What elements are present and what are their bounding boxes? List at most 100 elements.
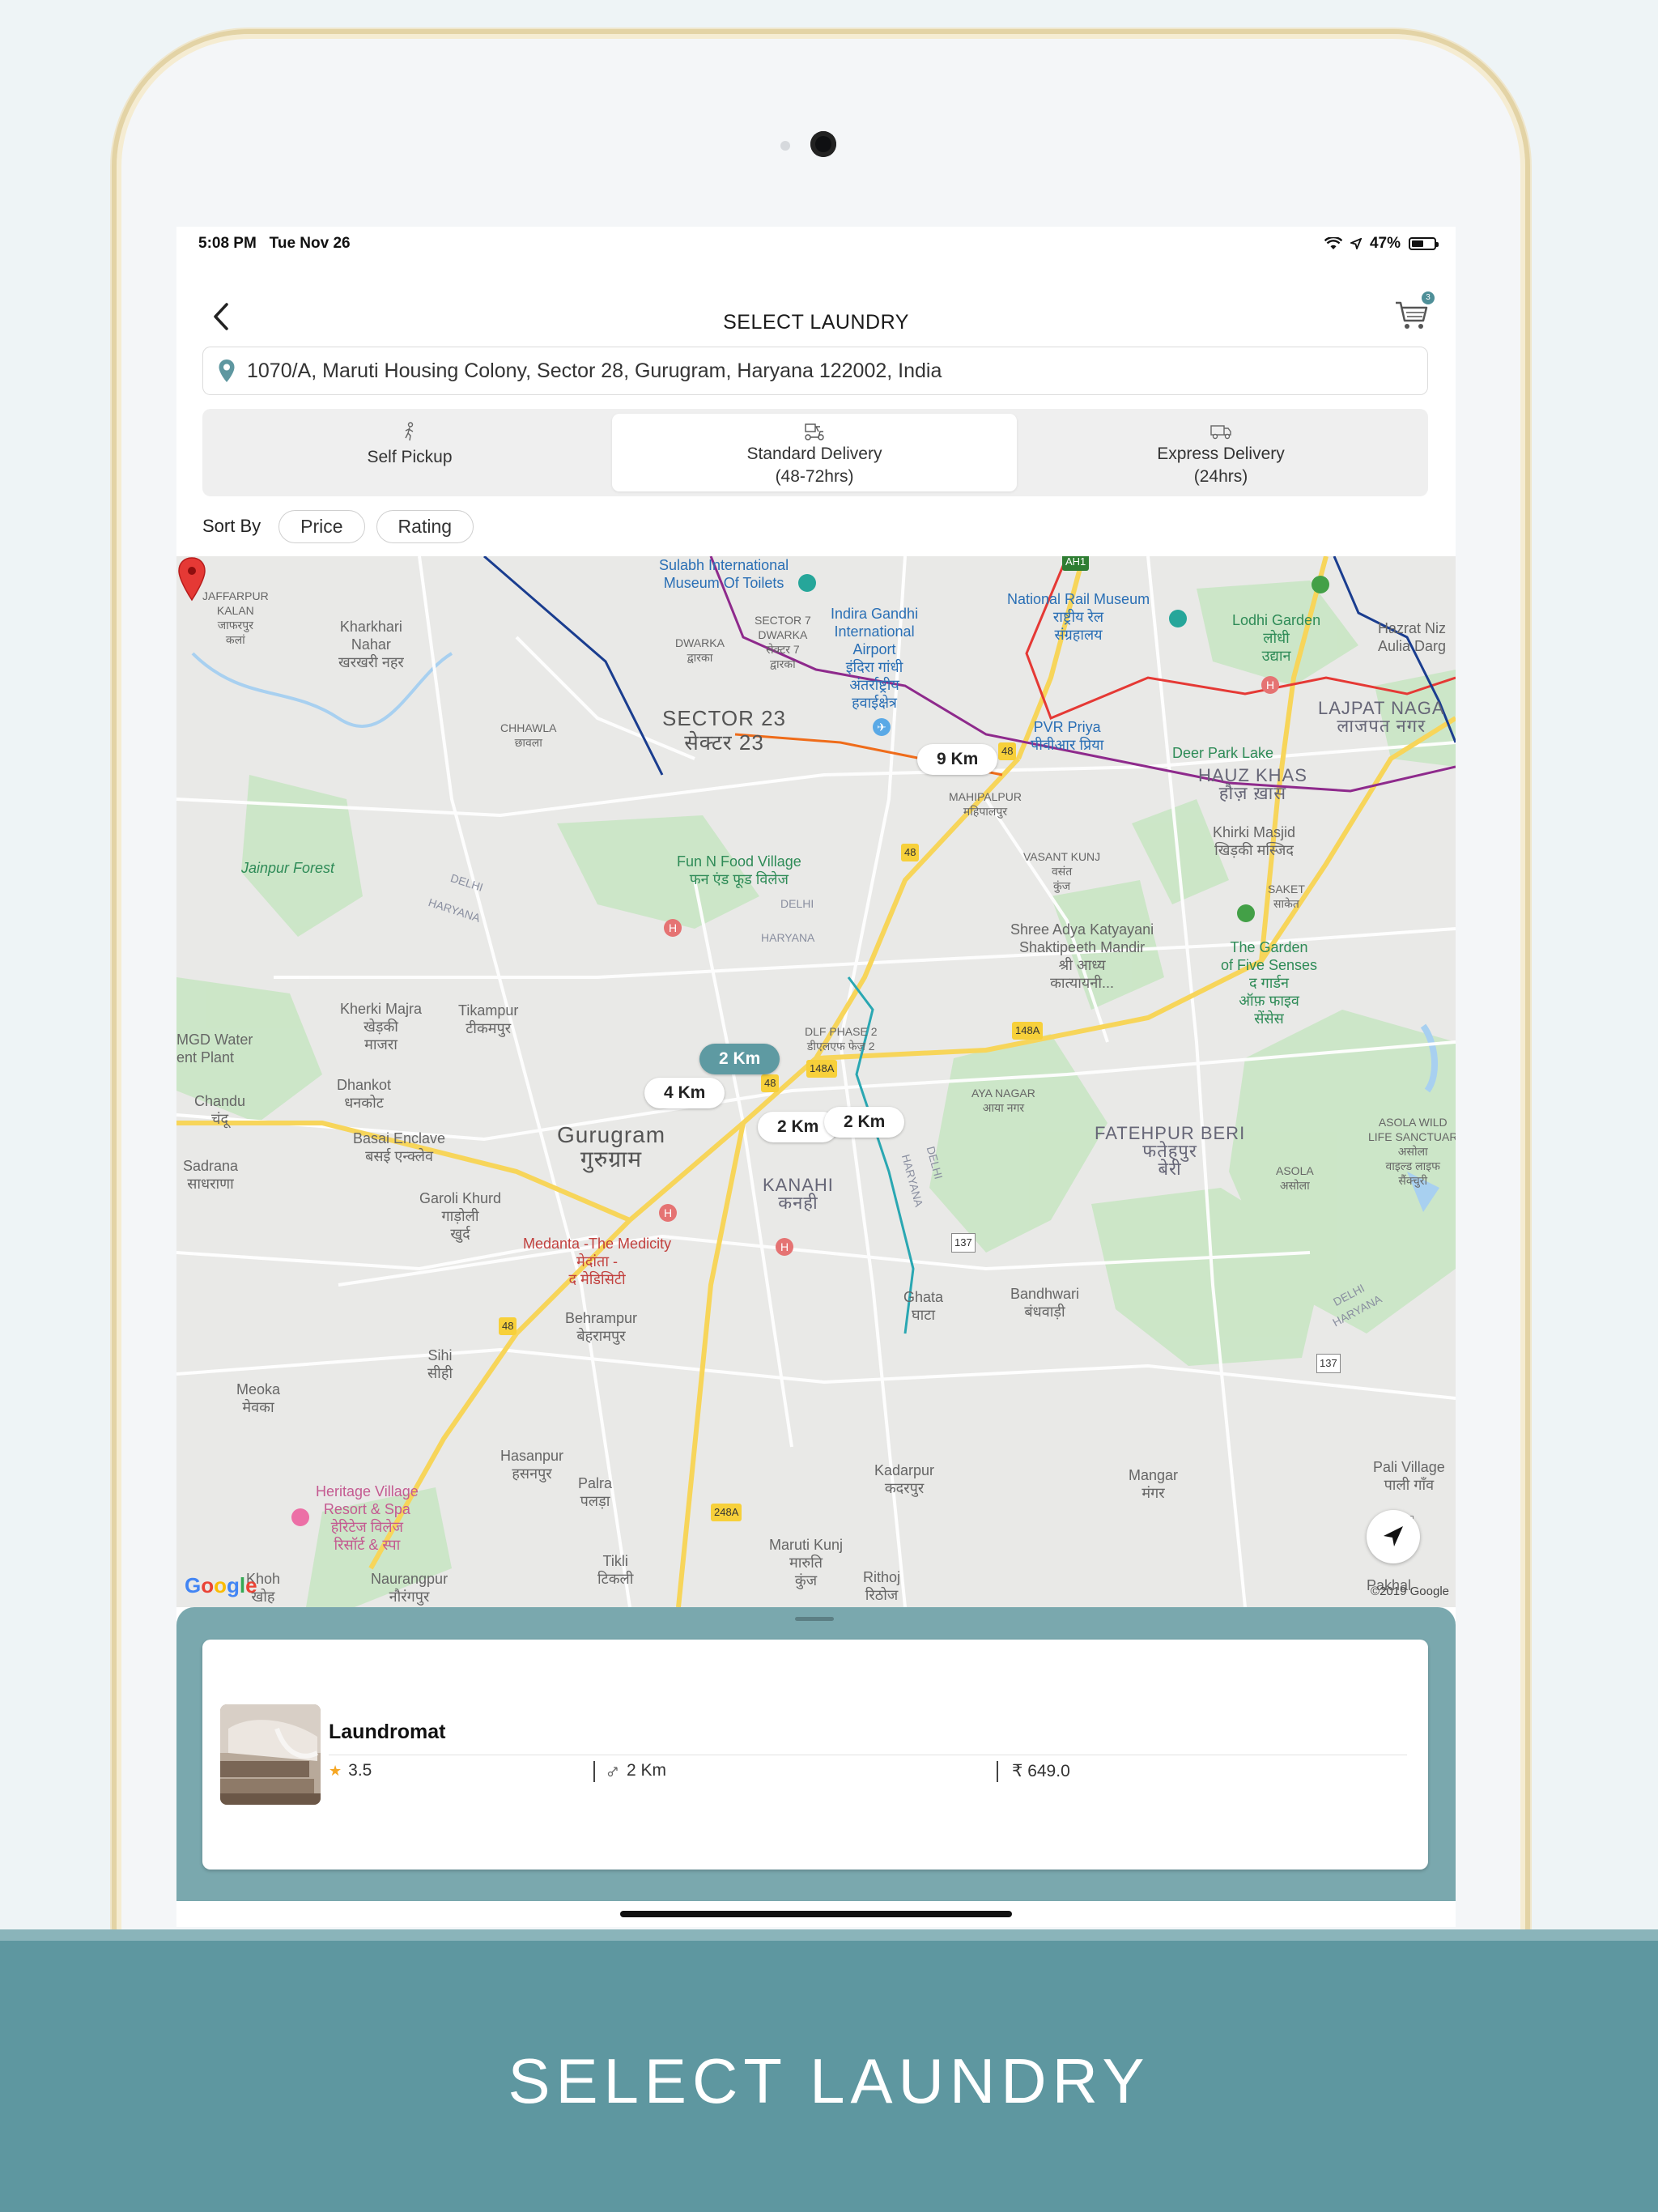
map-label: JAFFARPUR KALAN जाफरपुर कलां	[202, 589, 269, 646]
map-label: CHHAWLA छावला	[500, 721, 557, 749]
sort-label: Sort By	[202, 516, 261, 536]
map-label: FATEHPUR BERI फतेहपुर बेरी	[1095, 1123, 1246, 1179]
price-value: ₹ 649.0	[1012, 1762, 1070, 1780]
map-view[interactable]: 48 48 48 48 148A 148A 137 137 248A 133 A…	[176, 556, 1456, 1607]
map-label: Chandu चंदू	[194, 1093, 246, 1127]
app-screen: 5:08 PM Tue Nov 26 47% SELECT LAUNDRY 3 …	[176, 227, 1456, 1927]
price-meta: ₹ 649.0	[1012, 1761, 1070, 1781]
museum-marker-icon	[798, 574, 816, 592]
sheet-drag-handle[interactable]	[795, 1617, 834, 1621]
laundry-card[interactable]: Laundromat ★ 3.5 2 Km ₹ 649.0	[202, 1640, 1428, 1870]
map-label: AYA NAGAR आया नगर	[971, 1087, 1035, 1114]
road-shield: 48	[761, 1074, 780, 1092]
map-label: HAUZ KHAS हौज़ ख़ास	[1198, 765, 1307, 803]
map-label: HARYANA	[761, 931, 815, 944]
camera-lens	[810, 131, 836, 157]
my-location-button[interactable]	[1367, 1510, 1420, 1563]
sensor-dot	[780, 141, 790, 151]
status-time: 5:08 PM Tue Nov 26	[198, 235, 351, 253]
map-copyright: ©2019 Google	[1371, 1585, 1449, 1598]
map-label: MAHIPALPUR महिपालपुर	[949, 790, 1022, 818]
banner-title: SELECT LAUNDRY	[508, 2045, 1150, 2116]
map-label: DLF PHASE 2 डीएलएफ फेज़ 2	[805, 1025, 878, 1053]
location-pin-icon	[219, 359, 235, 382]
map-label: Tikampur टीकमपुर	[458, 1002, 519, 1036]
map-label: MGD Water ent Plant	[176, 1032, 253, 1066]
cart-button[interactable]: 3	[1392, 291, 1435, 334]
promo-banner: SELECT LAUNDRY	[0, 1929, 1658, 2212]
distance-pill[interactable]: 2 Km	[824, 1107, 905, 1138]
spa-marker-icon	[291, 1508, 309, 1526]
map-label: Medanta -The Medicity मेदांता -द मेडिसिटी	[523, 1236, 672, 1287]
map-label: Kharkhari Nahar खरखरी नहर	[338, 619, 404, 670]
map-label: Tikli टिकली	[597, 1553, 634, 1587]
road-shield: 137	[1316, 1354, 1341, 1373]
road-shield: 248A	[711, 1504, 742, 1521]
map-label: SECTOR 23 सेक्टर 23	[662, 706, 787, 755]
map-label: The Garden of Five Senses द गार्डन ऑफ़ फाइव…	[1221, 939, 1318, 1027]
map-label: Sihi सीही	[427, 1347, 453, 1381]
road-shield: 137	[951, 1233, 976, 1253]
map-label: Dhankot धनकोट	[337, 1077, 392, 1111]
road-shield: 148A	[806, 1060, 838, 1078]
sort-price-chip[interactable]: Price	[278, 509, 365, 543]
map-label: DWARKA द्वारका	[675, 636, 725, 664]
distance-pill-selected[interactable]: 2 Km	[699, 1044, 780, 1074]
road-shield: 48	[901, 844, 920, 861]
battery-icon	[1409, 237, 1439, 250]
bottom-sheet: Laundromat ★ 3.5 2 Km ₹ 649.0	[176, 1607, 1456, 1901]
status-bar: 5:08 PM Tue Nov 26 47%	[176, 227, 1456, 262]
map-label: Mangar मंगर	[1129, 1467, 1179, 1501]
map-label: Maruti Kunj मारुति कुंज	[769, 1537, 844, 1589]
map-label: Meoka मेवका	[236, 1381, 281, 1415]
tab-self-pickup[interactable]: Self Pickup	[207, 414, 612, 491]
walking-person-icon	[405, 422, 414, 441]
map-label: PVR Priya पीवीआर प्रिया	[1031, 719, 1104, 753]
tab-standard-delivery[interactable]: Standard Delivery (48-72hrs)	[612, 414, 1017, 491]
distance-pill[interactable]: 4 Km	[644, 1078, 725, 1108]
delivery-tabs: Self Pickup Standard Delivery (48-72hrs)…	[202, 409, 1428, 496]
address-text: 1070/A, Maruti Housing Colony, Sector 28…	[247, 359, 942, 382]
airport-marker-icon: ✈	[873, 718, 891, 736]
map-label: Kherki Majra खेड़की माजरा	[340, 1001, 423, 1053]
map-label: Bandhwari बंधवाड़ी	[1010, 1286, 1080, 1320]
status-time-text: 5:08 PM	[198, 235, 257, 252]
tab-express-delivery[interactable]: Express Delivery (24hrs)	[1018, 414, 1423, 491]
map-label: Ghata घाटा	[903, 1289, 944, 1323]
map-label: Lodhi Garden लोधी उद्यान	[1232, 612, 1321, 664]
tab-express-delivery-sub: (24hrs)	[1193, 467, 1248, 486]
cart-badge: 3	[1422, 291, 1435, 304]
map-label: KANAHI कनही	[763, 1175, 834, 1213]
tab-standard-delivery-label: Standard Delivery	[746, 445, 882, 463]
laundry-thumbnail	[220, 1704, 321, 1805]
road-shield: 48	[998, 742, 1017, 760]
truck-icon	[1210, 425, 1231, 440]
scooter-icon	[805, 423, 824, 440]
map-label: DELHI	[780, 897, 814, 910]
map-label: Deer Park Lake	[1172, 745, 1274, 761]
tab-standard-delivery-sub: (48-72hrs)	[775, 467, 854, 486]
user-location-pin-icon	[178, 557, 206, 602]
map-label: ASOLA असोला	[1276, 1164, 1314, 1192]
meta-separator	[997, 1761, 998, 1782]
star-icon: ★	[329, 1762, 342, 1779]
banner-strip	[0, 1929, 1658, 1941]
map-label: Hasanpur हसनपुर	[500, 1448, 564, 1482]
map-label: Khirki Masjid खिड़की मस्जिद	[1213, 824, 1296, 858]
map-label: Pali Village पाली गाँव	[1373, 1459, 1445, 1493]
map-label: Sadrana साधराणा	[183, 1158, 239, 1192]
address-field[interactable]: 1070/A, Maruti Housing Colony, Sector 28…	[202, 347, 1428, 395]
park-marker-icon	[1312, 576, 1329, 593]
map-label: Behrampur बेहरामपुर	[565, 1310, 638, 1344]
map-label: Fun N Food Village फन एंड फूड विलेज	[677, 853, 801, 887]
route-icon	[607, 1767, 618, 1777]
laundry-name: Laundromat	[329, 1721, 446, 1743]
sort-rating-chip[interactable]: Rating	[376, 509, 474, 543]
wifi-icon	[1324, 237, 1342, 249]
meta-separator	[593, 1761, 595, 1782]
tab-self-pickup-label: Self Pickup	[367, 448, 453, 466]
status-icons: 47%	[1324, 235, 1439, 253]
page-title: SELECT LAUNDRY	[723, 311, 909, 334]
hospital-marker-icon: H	[776, 1238, 793, 1256]
distance-pill[interactable]: 9 Km	[917, 744, 998, 775]
